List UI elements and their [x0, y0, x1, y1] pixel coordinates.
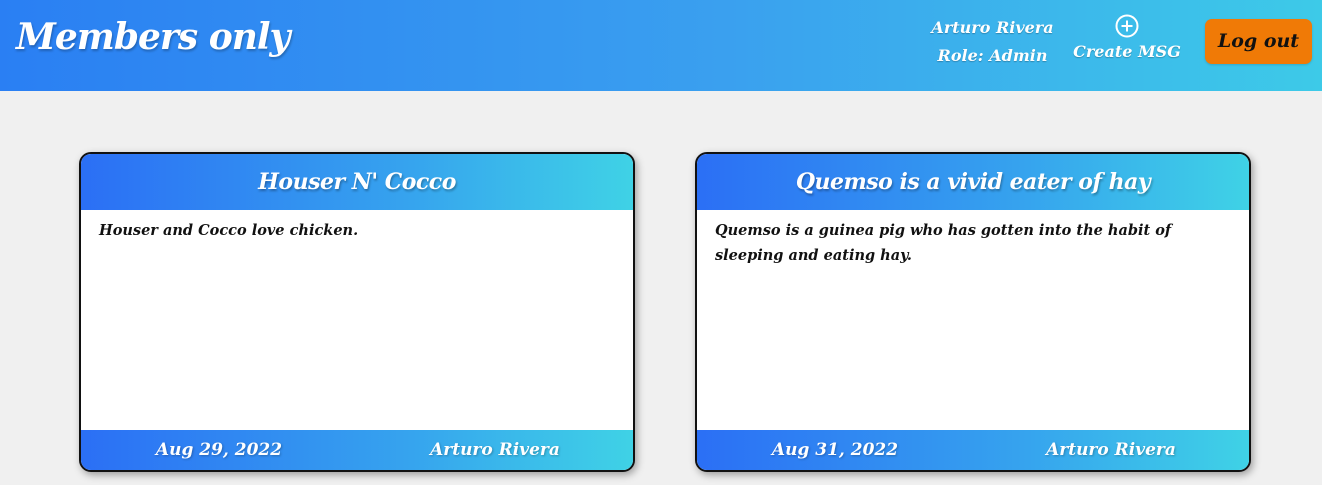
- message-card: Quemso is a vivid eater of hay Quemso is…: [695, 152, 1251, 472]
- message-date: Aug 31, 2022: [771, 440, 899, 460]
- message-date: Aug 29, 2022: [155, 440, 283, 460]
- message-title: Quemso is a vivid eater of hay: [697, 154, 1249, 210]
- message-body: Quemso is a guinea pig who has gotten in…: [715, 222, 1172, 264]
- user-name: Arturo Rivera: [931, 18, 1054, 37]
- user-info: Arturo Rivera Role: Admin: [925, 14, 1060, 70]
- message-author: Arturo Rivera: [1046, 440, 1176, 460]
- create-message-link[interactable]: Create MSG: [1068, 14, 1186, 61]
- plus-circle-icon: [1115, 14, 1139, 38]
- site-brand[interactable]: Members only: [16, 16, 290, 58]
- message-footer: Aug 31, 2022 Arturo Rivera: [697, 430, 1249, 470]
- message-author: Arturo Rivera: [430, 440, 560, 460]
- create-message-label: Create MSG: [1073, 42, 1181, 61]
- message-body: Houser and Cocco love chicken.: [99, 222, 359, 239]
- message-footer: Aug 29, 2022 Arturo Rivera: [81, 430, 633, 470]
- message-title: Houser N' Cocco: [81, 154, 633, 210]
- message-card: Houser N' Cocco Houser and Cocco love ch…: [79, 152, 635, 472]
- user-role: Role: Admin: [937, 46, 1048, 65]
- site-header: Members only Arturo Rivera Role: Admin C…: [0, 0, 1322, 91]
- logout-button[interactable]: Log out: [1205, 19, 1312, 64]
